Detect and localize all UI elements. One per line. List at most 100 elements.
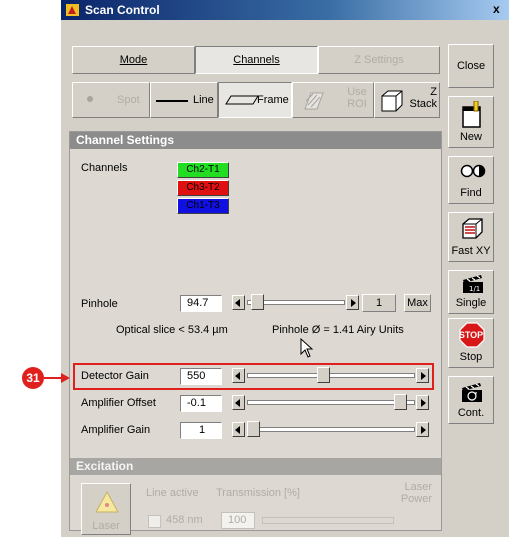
laser-warning-icon bbox=[95, 490, 119, 513]
amplifier-offset-increase-button[interactable] bbox=[416, 395, 429, 410]
clapper-continuous-icon bbox=[462, 383, 482, 402]
line-active-checkbox[interactable] bbox=[148, 515, 161, 528]
amplifier-gain-label: Amplifier Gain bbox=[81, 424, 151, 436]
fast-xy-icon bbox=[462, 218, 483, 239]
amplifier-offset-label: Amplifier Offset bbox=[81, 397, 156, 409]
arrow-left-icon bbox=[235, 399, 240, 407]
tab-channels[interactable]: Channels bbox=[195, 46, 318, 74]
laser-button-label: Laser bbox=[92, 520, 120, 532]
scan-mode-line-label: Line bbox=[193, 94, 214, 106]
line-icon bbox=[156, 100, 188, 102]
scan-mode-z-stack[interactable]: Z Stack bbox=[374, 82, 440, 118]
pinhole-slider-thumb[interactable] bbox=[251, 294, 264, 310]
arrow-right-icon bbox=[421, 399, 426, 407]
scan-mode-frame-label: Frame bbox=[257, 94, 289, 106]
window-title: Scan Control bbox=[85, 3, 160, 17]
pinhole-step-button[interactable]: 1 bbox=[362, 294, 396, 312]
new-button[interactable]: New bbox=[448, 96, 494, 148]
tab-mode-label: Mode bbox=[119, 54, 148, 66]
amplifier-gain-increase-button[interactable] bbox=[416, 422, 429, 437]
arrow-right-icon bbox=[351, 299, 356, 307]
amplifier-offset-slider-track[interactable] bbox=[247, 400, 415, 405]
transmission-value-field[interactable]: 100 bbox=[221, 512, 255, 529]
tab-mode[interactable]: Mode bbox=[72, 46, 195, 74]
tab-channels-label: Channels bbox=[233, 54, 280, 66]
tab-z-settings[interactable]: Z Settings bbox=[318, 46, 440, 74]
detector-gain-decrease-button[interactable] bbox=[232, 368, 245, 383]
scan-mode-line[interactable]: Line bbox=[150, 82, 218, 118]
find-button-label: Find bbox=[460, 187, 482, 199]
pinhole-label: Pinhole bbox=[81, 298, 118, 310]
scan-mode-z-stack-label: Z Stack bbox=[409, 86, 437, 110]
arrow-right-icon bbox=[421, 372, 426, 380]
single-button[interactable]: 1/1 Single bbox=[448, 270, 494, 314]
stop-button[interactable]: STOP Stop bbox=[448, 318, 494, 368]
laser-power-label: Laser Power bbox=[400, 481, 432, 505]
detector-gain-increase-button[interactable] bbox=[416, 368, 429, 383]
excitation-header: Excitation bbox=[70, 458, 441, 475]
stop-button-label: Stop bbox=[459, 351, 483, 363]
arrow-right-icon bbox=[421, 426, 426, 434]
scan-mode-use-roi-label: Use ROI bbox=[347, 86, 367, 110]
pinhole-airy-text: Pinhole Ø = 1.41 Airy Units bbox=[272, 324, 404, 336]
find-circles-icon bbox=[460, 164, 486, 178]
transmission-label: Transmission [%] bbox=[216, 487, 300, 499]
transmission-slider-track[interactable] bbox=[262, 517, 394, 524]
laser-button[interactable]: Laser bbox=[81, 483, 131, 535]
stop-sign-text: STOP bbox=[458, 330, 484, 340]
optical-slice-text: Optical slice < 53.4 µm bbox=[116, 324, 228, 336]
pinhole-increase-button[interactable] bbox=[346, 295, 359, 310]
scan-mode-spot-label: Spot bbox=[117, 94, 140, 106]
detector-gain-slider-thumb[interactable] bbox=[317, 367, 330, 383]
clapper-single-icon: 1/1 bbox=[463, 275, 483, 293]
pinhole-decrease-button[interactable] bbox=[232, 295, 245, 310]
amplifier-offset-value-field[interactable]: -0.1 bbox=[180, 395, 222, 412]
mouse-cursor-icon bbox=[300, 338, 314, 358]
callout-badge: 31 bbox=[22, 367, 44, 389]
detector-gain-value-field[interactable]: 550 bbox=[180, 368, 222, 385]
cont-button-label: Cont. bbox=[457, 407, 485, 419]
tab-z-settings-label: Z Settings bbox=[354, 54, 404, 66]
channel-settings-header: Channel Settings bbox=[70, 132, 441, 149]
z-stack-icon bbox=[381, 90, 403, 112]
svg-text:1/1: 1/1 bbox=[469, 285, 480, 293]
amplifier-offset-slider-thumb[interactable] bbox=[394, 394, 407, 410]
callout-line bbox=[44, 377, 62, 379]
frame-icon bbox=[225, 95, 259, 105]
app-icon bbox=[66, 4, 79, 16]
callout-arrow-icon bbox=[61, 373, 70, 383]
close-button-label: Close bbox=[456, 60, 486, 72]
new-document-icon bbox=[462, 101, 481, 128]
detector-gain-label: Detector Gain bbox=[81, 370, 149, 382]
line-active-label: Line active bbox=[146, 487, 199, 499]
amplifier-offset-decrease-button[interactable] bbox=[232, 395, 245, 410]
amplifier-gain-slider-thumb[interactable] bbox=[247, 421, 260, 437]
amplifier-gain-value-field[interactable]: 1 bbox=[180, 422, 222, 439]
line-value-label: 458 nm bbox=[166, 514, 203, 526]
fast-xy-button-label: Fast XY bbox=[451, 245, 491, 257]
new-button-label: New bbox=[459, 131, 482, 143]
scan-mode-spot[interactable]: Spot bbox=[72, 82, 150, 118]
fast-xy-button[interactable]: Fast XY bbox=[448, 212, 494, 262]
close-button[interactable]: Close bbox=[448, 44, 494, 88]
cont-button[interactable]: Cont. bbox=[448, 376, 494, 424]
arrow-left-icon bbox=[235, 372, 240, 380]
arrow-left-icon bbox=[235, 299, 240, 307]
pinhole-value-field[interactable]: 94.7 bbox=[180, 295, 222, 312]
find-button[interactable]: Find bbox=[448, 156, 494, 204]
amplifier-gain-slider-track[interactable] bbox=[247, 427, 415, 432]
amplifier-gain-decrease-button[interactable] bbox=[232, 422, 245, 437]
roi-icon bbox=[304, 92, 324, 110]
scan-mode-frame[interactable]: Frame bbox=[218, 82, 292, 118]
channels-label: Channels bbox=[81, 162, 128, 174]
channel-button-ch2-t1[interactable]: Ch2-T1 bbox=[177, 162, 229, 178]
scan-mode-use-roi[interactable]: Use ROI bbox=[292, 82, 374, 118]
window-close-icon[interactable]: x bbox=[493, 2, 500, 16]
arrow-left-icon bbox=[235, 426, 240, 434]
pinhole-max-button[interactable]: Max bbox=[404, 294, 431, 312]
channel-button-ch1-t3[interactable]: Ch1-T3 bbox=[177, 198, 229, 214]
spot-icon bbox=[87, 96, 93, 102]
detector-gain-slider-track[interactable] bbox=[247, 373, 415, 378]
single-button-label: Single bbox=[455, 297, 487, 309]
channel-button-ch3-t2[interactable]: Ch3-T2 bbox=[177, 180, 229, 196]
